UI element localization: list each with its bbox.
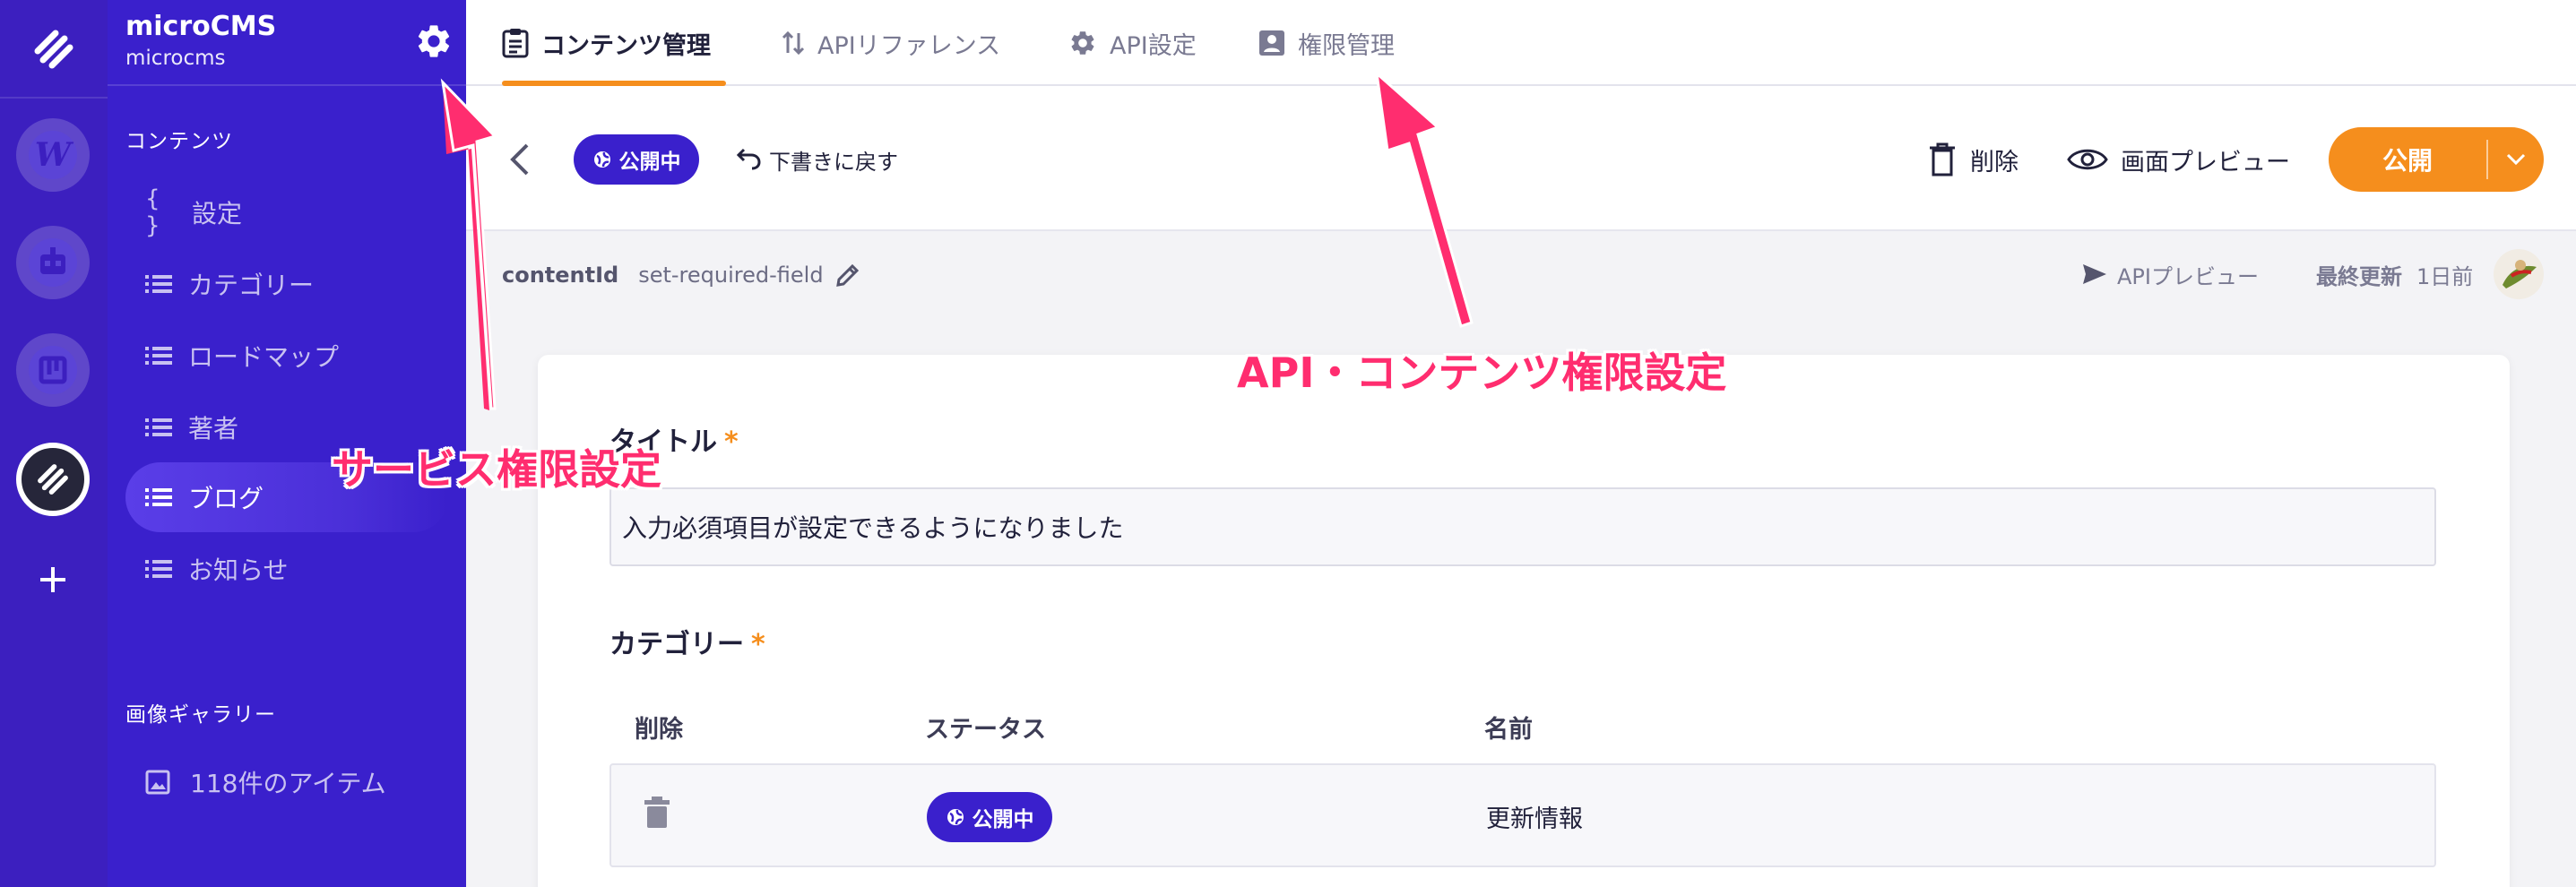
microcms-logo-icon bbox=[38, 464, 68, 495]
service-settings-gear-icon[interactable] bbox=[414, 22, 454, 61]
sort-arrows-icon bbox=[782, 30, 805, 56]
service-wordpress[interactable]: W bbox=[16, 118, 90, 192]
svg-text:W: W bbox=[35, 136, 74, 174]
wordpress-icon: W bbox=[29, 131, 77, 179]
screen-preview-button[interactable]: 画面プレビュー bbox=[2067, 138, 2290, 181]
sidebar-item-label: お知らせ bbox=[188, 555, 289, 585]
tab-api-settings[interactable]: API設定 bbox=[1068, 0, 1197, 86]
list-icon bbox=[125, 345, 179, 366]
tab-content-management[interactable]: コンテンツ管理 bbox=[502, 0, 711, 86]
board-icon bbox=[29, 346, 77, 394]
api-preview-button[interactable]: APIプレビュー bbox=[2081, 256, 2259, 292]
status-badge-label: 公開中 bbox=[972, 808, 1034, 831]
trash-icon[interactable] bbox=[644, 796, 670, 830]
publish-dropdown-chevron-icon[interactable] bbox=[2488, 152, 2544, 167]
workspace-header: microCMS microcms bbox=[108, 0, 466, 86]
content-meta: contentId set-required-field bbox=[502, 260, 861, 290]
service-board[interactable] bbox=[16, 333, 90, 407]
workspace-subtitle: microcms bbox=[125, 47, 226, 70]
list-icon bbox=[125, 273, 179, 295]
content-id-value: set-required-field bbox=[638, 263, 824, 288]
category-field-label: カテゴリー * bbox=[609, 622, 765, 661]
title-input-value: 入力必須項目が設定できるようになりました bbox=[622, 513, 1124, 543]
last-updated-value: 1日前 bbox=[2416, 263, 2474, 289]
sidebar-item-settings[interactable]: { } 設定 bbox=[125, 177, 448, 247]
required-asterisk: * bbox=[751, 629, 765, 660]
account-box-icon bbox=[1258, 30, 1285, 56]
content-action-bar: 公開中 下書きに戻す 削除 画面プレビュー 公開 bbox=[466, 86, 2576, 231]
microcms-logo-icon[interactable] bbox=[24, 20, 83, 79]
contents-heading: コンテンツ bbox=[125, 130, 233, 153]
trash-icon bbox=[1930, 142, 1955, 177]
annotation-api-content-permission: API・コンテンツ権限設定 bbox=[1237, 349, 1727, 397]
tab-label: 権限管理 bbox=[1298, 31, 1395, 60]
annotation-service-permission: サービス権限設定 bbox=[332, 445, 661, 494]
publish-label: 公開 bbox=[2382, 146, 2433, 176]
sidebar-item-label: 設定 bbox=[192, 199, 243, 228]
back-chevron-icon[interactable] bbox=[502, 140, 538, 179]
sidebar-item-label: 118件のアイテム bbox=[190, 769, 386, 798]
revert-to-draft-button[interactable]: 下書きに戻す bbox=[735, 142, 898, 177]
list-icon bbox=[125, 417, 179, 438]
last-updated: 最終更新 1日前 bbox=[2316, 256, 2473, 292]
list-icon bbox=[125, 558, 179, 580]
eye-icon bbox=[2067, 149, 2108, 170]
add-service-button[interactable] bbox=[30, 557, 75, 602]
sidebar-item-news[interactable]: お知らせ bbox=[125, 534, 448, 604]
tab-api-reference[interactable]: APIリファレンス bbox=[782, 0, 1000, 86]
title-input[interactable]: 入力必須項目が設定できるようになりました bbox=[609, 487, 2436, 566]
content-editor-card: タイトル * 入力必須項目が設定できるようになりました カテゴリー * 削除 ステー… bbox=[538, 355, 2510, 887]
column-header-delete: 削除 bbox=[635, 716, 683, 744]
gallery-heading: 画像ギャラリー bbox=[125, 703, 276, 727]
sidebar-item-label: カテゴリー bbox=[188, 271, 315, 300]
robot-icon bbox=[29, 238, 77, 287]
image-icon bbox=[125, 770, 179, 795]
table-row[interactable]: 公開中 更新情報 bbox=[609, 763, 2436, 867]
status-badge: 公開中 bbox=[927, 792, 1052, 842]
revert-label: 下書きに戻す bbox=[769, 149, 898, 175]
required-asterisk: * bbox=[724, 426, 739, 458]
preview-label: 画面プレビュー bbox=[2121, 148, 2290, 177]
service-rail: W bbox=[0, 0, 108, 887]
service-robot[interactable] bbox=[16, 226, 90, 299]
sidebar-item-label: ブログ bbox=[188, 484, 264, 513]
sidebar-item-label: 著者 bbox=[188, 414, 239, 444]
gear-icon bbox=[1068, 29, 1097, 57]
status-badge-label: 公開中 bbox=[618, 151, 681, 174]
pencil-icon[interactable] bbox=[834, 262, 861, 288]
sidebar-item-category[interactable]: カテゴリー bbox=[125, 249, 448, 319]
service-microcms[interactable] bbox=[16, 443, 90, 516]
delete-button[interactable]: 削除 bbox=[1929, 138, 2018, 181]
avatar[interactable] bbox=[2494, 249, 2544, 299]
rail-divider bbox=[0, 97, 108, 99]
sidebar-item-roadmap[interactable]: ロードマップ bbox=[125, 321, 448, 391]
delete-label: 削除 bbox=[1970, 148, 2018, 177]
last-updated-label: 最終更新 bbox=[2316, 263, 2402, 289]
undo-icon bbox=[736, 148, 761, 170]
top-tabs: コンテンツ管理 APIリファレンス API設定 権限管理 bbox=[466, 0, 2576, 86]
tab-permission-management[interactable]: 権限管理 bbox=[1258, 0, 1395, 86]
publish-button[interactable]: 公開 bbox=[2329, 127, 2544, 192]
category-name: 更新情報 bbox=[1486, 805, 1583, 833]
content-id-label: contentId bbox=[502, 263, 619, 288]
plus-icon bbox=[40, 567, 65, 592]
column-header-name: 名前 bbox=[1484, 716, 1533, 744]
column-header-status: ステータス bbox=[925, 716, 1046, 744]
sidebar-item-gallery[interactable]: 118件のアイテム bbox=[125, 747, 448, 817]
tab-label: API設定 bbox=[1110, 31, 1197, 60]
send-icon bbox=[2083, 264, 2106, 284]
globe-icon bbox=[593, 151, 610, 168]
workspace-title: microCMS bbox=[125, 11, 277, 42]
sidebar-item-label: ロードマップ bbox=[188, 342, 340, 372]
braces-icon: { } bbox=[145, 185, 164, 239]
api-preview-label: APIプレビュー bbox=[2117, 263, 2259, 289]
tab-label: APIリファレンス bbox=[817, 31, 1001, 60]
tab-label: コンテンツ管理 bbox=[541, 31, 711, 60]
clipboard-icon bbox=[502, 28, 529, 58]
globe-icon bbox=[947, 809, 964, 825]
status-badge: 公開中 bbox=[574, 134, 699, 185]
list-icon bbox=[125, 487, 179, 508]
category-label-text: カテゴリー bbox=[609, 629, 744, 660]
